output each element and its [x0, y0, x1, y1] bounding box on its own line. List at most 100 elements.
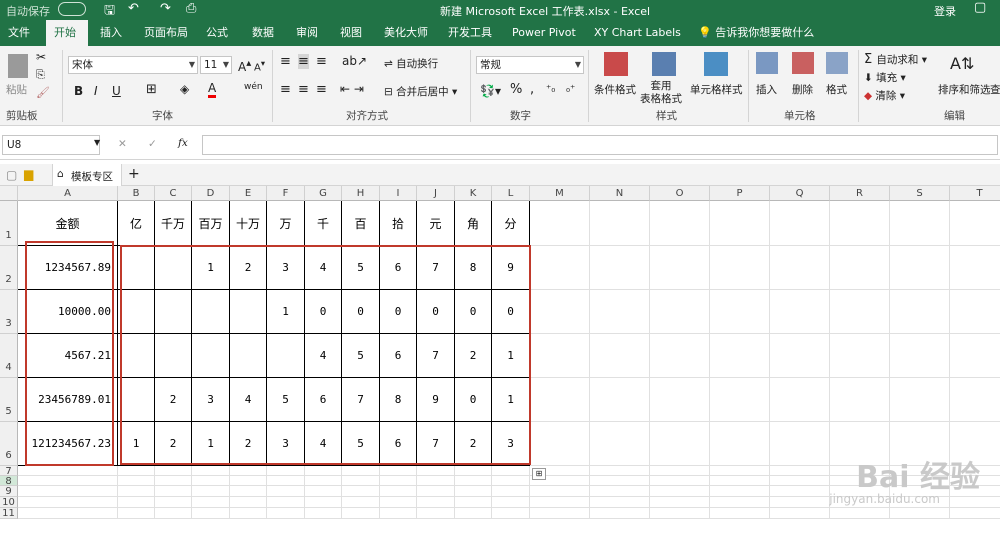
confirm-entry-button[interactable]: ✓: [148, 138, 157, 150]
header-cell-h[interactable]: 百: [342, 201, 380, 246]
cell-h10[interactable]: [342, 497, 380, 508]
cell-l9[interactable]: [492, 486, 530, 497]
digit-cell[interactable]: 1: [118, 422, 155, 466]
digit-cell[interactable]: [267, 334, 305, 378]
paste-button[interactable]: 粘贴: [6, 82, 27, 97]
select-all-corner[interactable]: [0, 186, 18, 201]
cell-c10[interactable]: [155, 497, 192, 508]
column-header-o[interactable]: O: [650, 186, 710, 201]
cell-m1[interactable]: [530, 201, 590, 246]
header-cell-a[interactable]: 金额: [18, 201, 118, 246]
tab-file[interactable]: 文件: [0, 20, 38, 46]
name-box-dropdown-icon[interactable]: ▼: [94, 138, 100, 147]
autosum-button[interactable]: Σ 自动求和 ▾: [864, 52, 927, 67]
cell-o8[interactable]: [650, 476, 710, 486]
clear-button[interactable]: ◆ 清除 ▾: [864, 88, 905, 103]
digit-cell[interactable]: 1: [492, 334, 530, 378]
cell-i9[interactable]: [380, 486, 417, 497]
row-header-10[interactable]: 10: [0, 497, 18, 508]
align-middle-icon[interactable]: ≡: [298, 54, 309, 69]
digit-cell[interactable]: 1: [192, 422, 230, 466]
orientation-icon[interactable]: ab↗: [342, 54, 367, 68]
header-cell-j[interactable]: 元: [417, 201, 455, 246]
column-header-a[interactable]: A: [18, 186, 118, 201]
cell-f11[interactable]: [267, 508, 305, 519]
cell-n11[interactable]: [590, 508, 650, 519]
cell-m5[interactable]: [530, 378, 590, 422]
font-name-select[interactable]: 宋体 ▼: [68, 56, 198, 74]
cell-o2[interactable]: [650, 246, 710, 290]
tab-xy-chart-labels[interactable]: XY Chart Labels: [586, 20, 689, 46]
header-cell-e[interactable]: 十万: [230, 201, 267, 246]
digit-cell[interactable]: 4: [230, 378, 267, 422]
cell-n8[interactable]: [590, 476, 650, 486]
digit-cell[interactable]: 0: [305, 290, 342, 334]
digit-cell[interactable]: 0: [455, 290, 492, 334]
tab-developer[interactable]: 开发工具: [440, 20, 500, 46]
cell-g7[interactable]: [305, 466, 342, 476]
name-box[interactable]: U8: [2, 135, 100, 155]
cell-n6[interactable]: [590, 422, 650, 466]
cell-h8[interactable]: [342, 476, 380, 486]
cell-m2[interactable]: [530, 246, 590, 290]
cell-g10[interactable]: [305, 497, 342, 508]
digit-cell[interactable]: 2: [455, 334, 492, 378]
print-preview-icon[interactable]: ⎙: [186, 1, 196, 16]
decrease-font-icon[interactable]: A▾: [254, 58, 265, 73]
cell-m4[interactable]: [530, 334, 590, 378]
digit-cell[interactable]: 7: [417, 334, 455, 378]
digit-cell[interactable]: [230, 334, 267, 378]
tab-insert[interactable]: 插入: [92, 20, 130, 46]
worksheet-grid[interactable]: A B C D E F G H I J K L M N O P Q R S T 1 2 3 4 5 6 7 8 9 10 11 金额亿千万 百万…: [0, 186, 1000, 541]
column-header-g[interactable]: G: [305, 186, 342, 201]
cell-i8[interactable]: [380, 476, 417, 486]
delete-cells-icon[interactable]: [792, 52, 814, 74]
format-cells-icon[interactable]: [826, 52, 848, 74]
cell-r2[interactable]: [830, 246, 890, 290]
digit-cell[interactable]: 2: [455, 422, 492, 466]
login-link[interactable]: 登录: [934, 3, 956, 19]
merge-center-button[interactable]: ⊟ 合并后居中 ▾: [384, 84, 457, 99]
digit-cell[interactable]: 0: [380, 290, 417, 334]
cell-k8[interactable]: [455, 476, 492, 486]
increase-font-icon[interactable]: A▴: [238, 58, 251, 74]
cell-j10[interactable]: [417, 497, 455, 508]
digit-cell[interactable]: 4: [305, 246, 342, 290]
column-header-i[interactable]: I: [380, 186, 417, 201]
cell-o9[interactable]: [650, 486, 710, 497]
cell-k7[interactable]: [455, 466, 492, 476]
cell-d7[interactable]: [192, 466, 230, 476]
digit-cell[interactable]: 6: [380, 422, 417, 466]
align-center-icon[interactable]: ≡: [298, 82, 309, 97]
cell-g8[interactable]: [305, 476, 342, 486]
cell-q1[interactable]: [770, 201, 830, 246]
digit-cell[interactable]: 7: [417, 422, 455, 466]
cell-n4[interactable]: [590, 334, 650, 378]
cell-s1[interactable]: [890, 201, 950, 246]
digit-cell[interactable]: 0: [342, 290, 380, 334]
cell-c8[interactable]: [155, 476, 192, 486]
tab-power-pivot[interactable]: Power Pivot: [504, 20, 584, 46]
paste-icon[interactable]: [8, 54, 28, 78]
bold-button[interactable]: B: [74, 84, 83, 98]
cell-f8[interactable]: [267, 476, 305, 486]
cell-m3[interactable]: [530, 290, 590, 334]
format-cells-button[interactable]: 格式: [826, 82, 847, 97]
cell-n3[interactable]: [590, 290, 650, 334]
wrap-text-button[interactable]: ⇌ 自动换行: [384, 56, 438, 71]
format-painter-icon[interactable]: 🖌: [36, 86, 50, 99]
digit-cell[interactable]: 8: [380, 378, 417, 422]
cell-t10[interactable]: [950, 497, 1000, 508]
cell-o6[interactable]: [650, 422, 710, 466]
digit-cell[interactable]: 1: [192, 246, 230, 290]
italic-button[interactable]: I: [94, 84, 98, 98]
cell-p2[interactable]: [710, 246, 770, 290]
cell-d10[interactable]: [192, 497, 230, 508]
cell-b10[interactable]: [118, 497, 155, 508]
column-header-t[interactable]: T: [950, 186, 1000, 201]
column-header-c[interactable]: C: [155, 186, 192, 201]
digit-cell[interactable]: [155, 246, 192, 290]
cell-s11[interactable]: [890, 508, 950, 519]
digit-cell[interactable]: 3: [267, 246, 305, 290]
row-header-2[interactable]: 2: [0, 246, 18, 290]
